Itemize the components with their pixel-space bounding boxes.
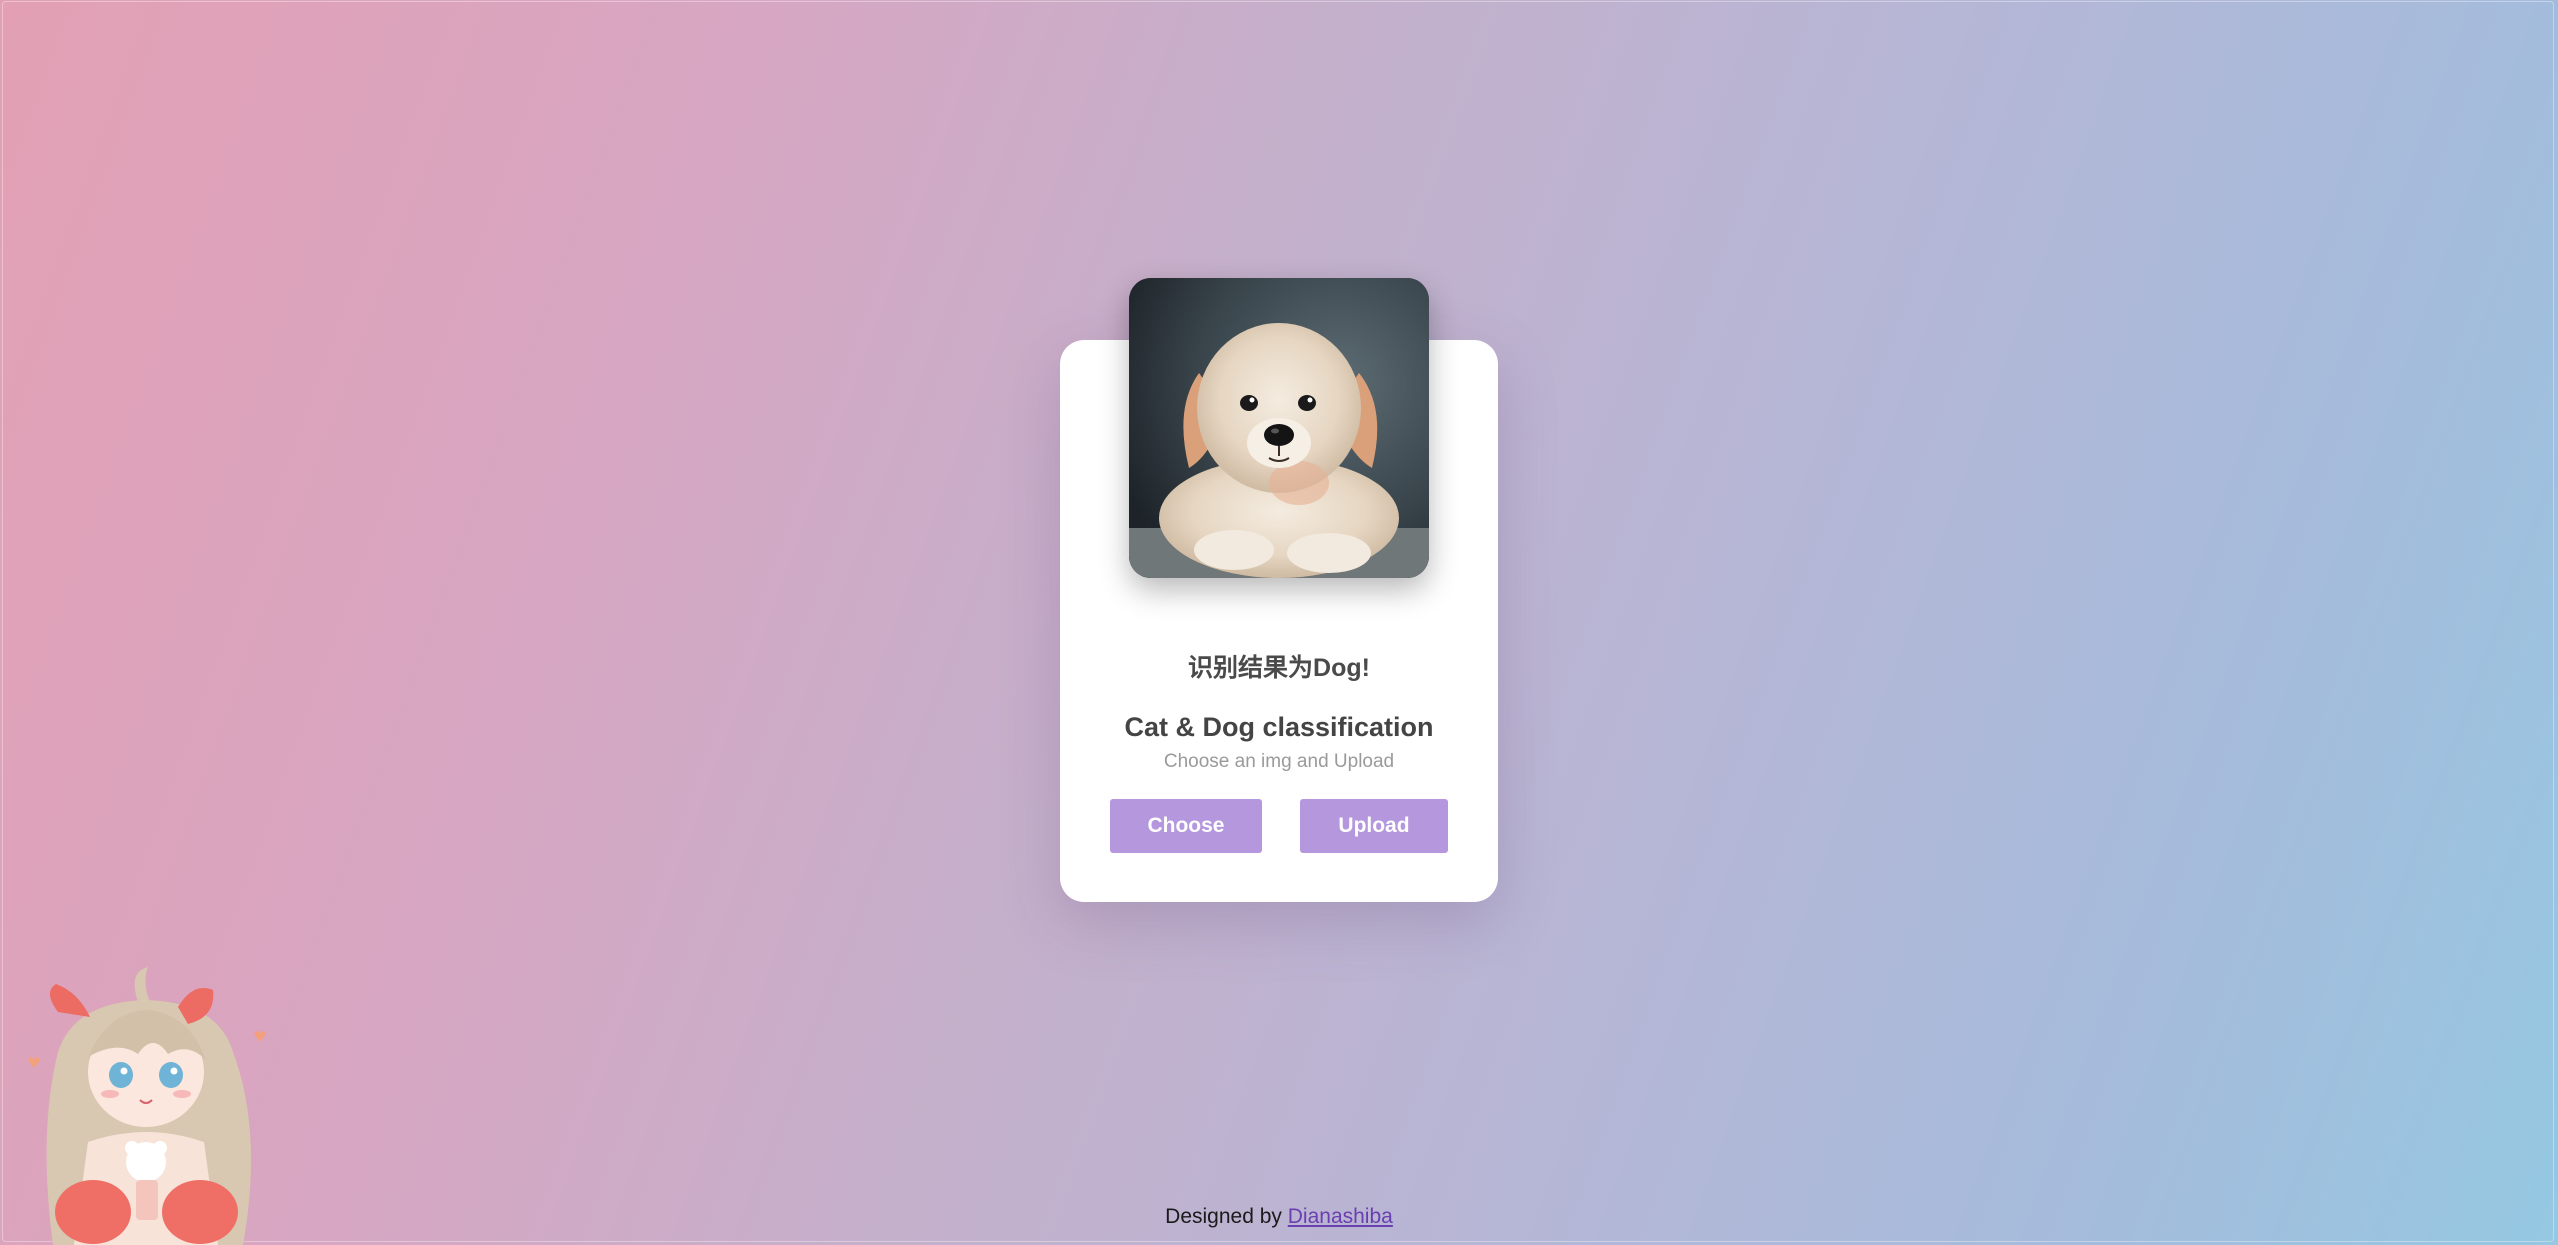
footer-credit: Designed by Dianashiba <box>0 1205 2558 1229</box>
uploaded-image-preview <box>1129 278 1429 578</box>
anime-girl-mascot-illustration <box>18 962 273 1245</box>
card-subtitle: Choose an img and Upload <box>1163 751 1395 772</box>
upload-button[interactable]: Upload <box>1300 799 1448 853</box>
classification-result: 识别结果为Dog! <box>1188 654 1370 682</box>
author-link[interactable]: Dianashiba <box>1288 1205 1393 1228</box>
card-title: Cat & Dog classification <box>1124 712 1434 742</box>
footer-prefix: Designed by <box>1165 1205 1288 1228</box>
choose-button[interactable]: Choose <box>1110 799 1262 853</box>
